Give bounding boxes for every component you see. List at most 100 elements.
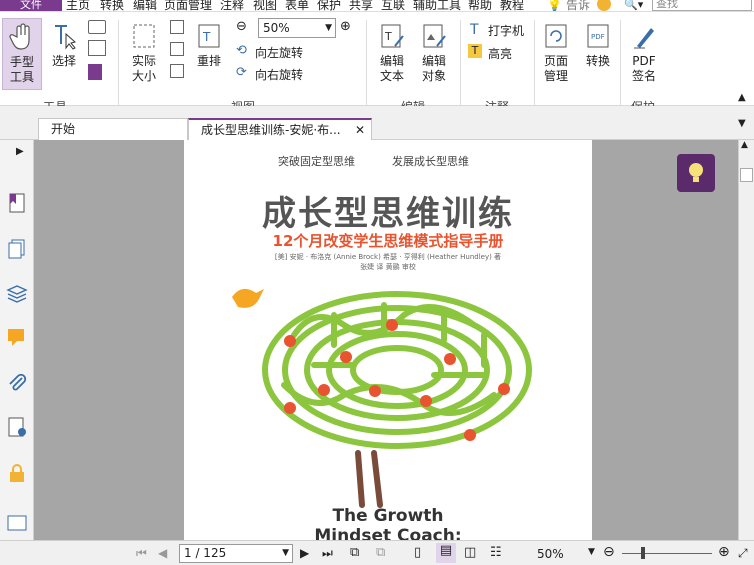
next-page-icon[interactable]: ▶	[300, 546, 309, 560]
hand-tool-button[interactable]: 手型 工具	[2, 18, 42, 90]
menu-item-help[interactable]: 帮助	[468, 0, 492, 11]
tips-button[interactable]	[677, 154, 715, 192]
reflow-button[interactable]: T 重排	[192, 18, 226, 90]
zoom-out-icon[interactable]: ⊖	[236, 19, 247, 34]
menu-item-page-manage[interactable]: 页面管理	[164, 0, 212, 11]
page-thumbnails-icon[interactable]	[6, 238, 28, 260]
single-page-icon[interactable]: ▯	[414, 545, 421, 560]
fullscreen-icon[interactable]: ⤢	[738, 546, 748, 561]
tab-start[interactable]: 开始	[38, 118, 188, 140]
status-zoom-value[interactable]: 50%	[537, 547, 564, 561]
continuous-facing-icon[interactable]: ☷	[490, 545, 502, 560]
search-input[interactable]: 查找	[652, 0, 752, 11]
bookmark-icon[interactable]	[88, 64, 102, 80]
fit-visible-icon[interactable]	[170, 64, 184, 78]
menu-item-tutorial[interactable]: 教程	[500, 0, 524, 11]
tagline-left: 突破固定型思维	[278, 155, 355, 168]
menu-item-comment[interactable]: 注释	[220, 0, 244, 11]
expand-panel-icon[interactable]: ▶	[16, 146, 24, 157]
status-bar: ⏮ ◀ 1 / 125 ▼ ▶ ⏭ ⧉ ⧉ ▯ ▤ ◫ ☷ 50% ▼ ⊖ ⊕ ⤢	[0, 540, 754, 565]
english-title-line-2: Mindset Coach:	[314, 526, 462, 540]
page-manage-button[interactable]: 页面 管理	[538, 18, 574, 98]
book-subtitle: 12个月改变学生思维模式指导手册	[272, 232, 504, 250]
page-number-input[interactable]: 1 / 125 ▼	[179, 544, 293, 563]
collapse-ribbon-icon[interactable]: ▲	[738, 92, 746, 103]
reflow-icon: T	[198, 24, 220, 48]
fit-page-icon[interactable]	[170, 20, 184, 34]
rotate-right-button[interactable]: 向右旋转	[255, 66, 303, 83]
file-menu-button[interactable]: 文件	[0, 0, 62, 11]
menu-item-share[interactable]: 共享	[349, 0, 373, 11]
menu-item-convert[interactable]: 转换	[100, 0, 124, 11]
english-title-line-1: The Growth	[332, 506, 444, 526]
clipboard-icon[interactable]	[88, 40, 106, 56]
edit-object-label: 编辑 对象	[421, 54, 446, 83]
menu-item-edit[interactable]: 编辑	[133, 0, 157, 11]
chevron-down-icon: ▼	[282, 548, 289, 558]
camera-icon[interactable]	[88, 20, 106, 34]
edit-text-button[interactable]: T 编辑 文本	[372, 18, 412, 98]
tab-list-icon[interactable]: ▼	[738, 118, 746, 129]
menu-item-form[interactable]: 表单	[285, 0, 309, 11]
previous-view-icon[interactable]: ⧉	[350, 545, 359, 560]
last-page-icon[interactable]: ⏭	[322, 546, 333, 561]
form-fields-icon[interactable]	[6, 512, 28, 534]
ribbon-toolbar: 手型 工具 选择 实际 大小 T 重排 ⊖ 50% ▼ ⊕ ⟲ 向左旋转 ⟳ 向右…	[0, 12, 754, 113]
svg-text:T: T	[384, 30, 392, 43]
menu-item-connect[interactable]: 互联	[381, 0, 405, 11]
facing-page-icon[interactable]: ◫	[464, 545, 476, 560]
pdf-sign-label: PDF 签名	[631, 54, 656, 83]
zoom-value: 50%	[263, 21, 290, 35]
highlight-button[interactable]: 高亮	[488, 45, 512, 62]
first-page-icon[interactable]: ⏮	[136, 546, 147, 561]
scroll-up-icon[interactable]: ▲	[741, 140, 748, 150]
rotate-left-icon: ⟲	[236, 43, 247, 58]
prev-page-icon[interactable]: ◀	[158, 546, 167, 560]
select-button[interactable]: 选择	[46, 18, 82, 90]
svg-text:PDF: PDF	[591, 33, 605, 41]
zoom-menu-chevron-icon[interactable]: ▼	[588, 547, 595, 557]
typewriter-icon: T	[470, 22, 479, 38]
highlight-icon: T	[468, 44, 482, 58]
scroll-thumb[interactable]	[740, 168, 753, 182]
attachment-icon[interactable]	[6, 372, 28, 394]
menu-item-view[interactable]: 视图	[253, 0, 277, 11]
zoom-slider[interactable]	[622, 553, 712, 554]
zoom-slider-thumb[interactable]	[641, 547, 645, 559]
pdf-sign-button[interactable]: PDF 签名	[626, 18, 662, 98]
rotate-left-button[interactable]: 向左旋转	[255, 44, 303, 61]
typewriter-button[interactable]: 打字机	[488, 22, 524, 39]
zoom-out-button[interactable]: ⊖	[603, 544, 615, 560]
bookmark-panel-icon[interactable]	[6, 192, 28, 214]
left-navigation-panel: ▶	[0, 140, 34, 540]
tell-me-label[interactable]: 告诉	[566, 0, 590, 11]
close-icon[interactable]: ✕	[355, 120, 365, 140]
layers-icon[interactable]	[6, 282, 28, 304]
search-options-icon[interactable]: 🔍▾	[624, 0, 643, 11]
fit-width-icon[interactable]	[170, 42, 184, 56]
zoom-in-icon[interactable]: ⊕	[340, 19, 351, 34]
menu-item-accessibility[interactable]: 辅助工具	[413, 0, 461, 11]
actual-size-label: 实际 大小	[131, 54, 156, 83]
tab-document[interactable]: 成长型思维训练-安妮·布... ✕	[188, 118, 372, 140]
actual-size-button[interactable]: 实际 大小	[126, 18, 162, 90]
convert-button[interactable]: PDF 转换	[580, 18, 616, 90]
next-view-icon[interactable]: ⧉	[376, 545, 385, 560]
page-manage-label: 页面 管理	[543, 54, 568, 83]
tab-start-label: 开始	[51, 122, 76, 136]
edit-object-button[interactable]: 编辑 对象	[414, 18, 454, 98]
zoom-in-button[interactable]: ⊕	[718, 544, 730, 560]
comments-icon[interactable]	[6, 326, 28, 348]
lightbulb-icon[interactable]: 💡	[547, 0, 562, 11]
signature-panel-icon[interactable]	[6, 416, 28, 438]
lock-icon[interactable]	[6, 462, 28, 484]
menu-item-protect[interactable]: 保护	[317, 0, 341, 11]
menu-item-home[interactable]: 主页	[66, 0, 90, 11]
text-cursor-icon	[55, 25, 77, 50]
zoom-dropdown[interactable]: 50% ▼	[258, 18, 336, 38]
continuous-page-icon[interactable]: ▤	[436, 543, 456, 563]
book-title: 成长型思维训练	[262, 194, 514, 234]
smile-icon[interactable]	[597, 0, 611, 11]
vertical-scrollbar[interactable]: ▲	[738, 140, 754, 540]
document-tab-bar: 开始 成长型思维训练-安妮·布... ✕ ▼	[0, 106, 754, 140]
